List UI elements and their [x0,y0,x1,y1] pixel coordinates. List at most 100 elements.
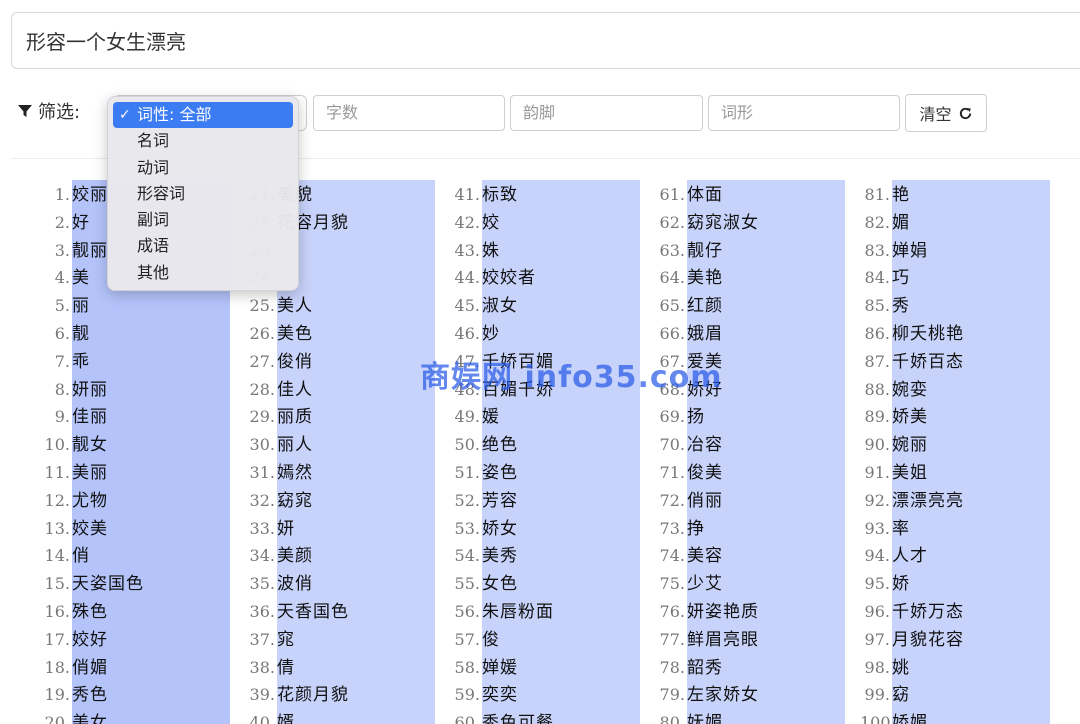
result-item[interactable]: 82. 媚 [860,209,910,237]
result-item[interactable]: 70. 冶容 [655,431,723,459]
result-item[interactable]: 3. 靓丽 [40,237,108,265]
result-item[interactable]: 76. 妍姿艳质 [655,598,759,626]
result-item[interactable]: 80. 妩媚 [655,709,723,724]
pos-option[interactable]: 动词 [113,155,293,181]
result-word[interactable]: 率 [890,515,910,543]
result-word[interactable]: 俊俏 [275,348,313,376]
result-word[interactable]: 姣丽 [70,181,108,209]
result-word[interactable]: 妍 [275,515,295,543]
result-word[interactable]: 靓 [70,320,90,348]
result-word[interactable]: 姣 [480,209,500,237]
result-word[interactable]: 左家娇女 [685,681,759,709]
result-word[interactable]: 红颜 [685,292,723,320]
result-item[interactable]: 42. 姣 [450,209,500,237]
result-item[interactable]: 2. 好 [40,209,90,237]
result-item[interactable]: 41. 标致 [450,181,518,209]
result-item[interactable]: 53. 娇女 [450,515,518,543]
result-item[interactable]: 49. 媛 [450,403,500,431]
result-item[interactable]: 91. 美姐 [860,459,928,487]
result-word[interactable]: 姣姣者 [480,264,536,292]
result-word[interactable]: 美姐 [890,459,928,487]
pos-option[interactable]: 形容词 [113,181,293,207]
result-item[interactable]: 40. 婿 [245,709,295,724]
result-item[interactable]: 35. 波俏 [245,570,313,598]
result-item[interactable]: 25. 美人 [245,292,313,320]
result-word[interactable]: 秀色 [70,681,108,709]
result-word[interactable]: 绝色 [480,431,518,459]
result-item[interactable]: 10. 靓女 [40,431,108,459]
result-word[interactable]: 窈窕淑女 [685,209,759,237]
result-word[interactable]: 倩 [275,654,295,682]
result-item[interactable]: 95. 娇 [860,570,910,598]
result-word[interactable]: 秀色可餐 [480,709,554,724]
result-item[interactable]: 62. 窈窕淑女 [655,209,759,237]
result-word[interactable]: 丽 [70,292,90,320]
result-word[interactable]: 波俏 [275,570,313,598]
result-word[interactable]: 美颜 [275,542,313,570]
result-item[interactable]: 28. 佳人 [245,376,313,404]
result-item[interactable]: 20. 美女 [40,709,108,724]
result-item[interactable]: 1. 姣丽 [40,181,108,209]
pos-option[interactable]: 成语 [113,233,293,259]
result-item[interactable]: 15. 天姿国色 [40,570,144,598]
result-word[interactable]: 天姿国色 [70,570,144,598]
result-word[interactable]: 窈窕 [275,487,313,515]
result-word[interactable]: 婉娈 [890,376,928,404]
result-item[interactable]: 94. 人才 [860,542,928,570]
result-word[interactable]: 芳容 [480,487,518,515]
result-item[interactable]: 83. 婵娟 [860,237,928,265]
result-item[interactable]: 61. 体面 [655,181,723,209]
result-word[interactable]: 姿色 [480,459,518,487]
result-word[interactable]: 俏 [70,542,90,570]
result-word[interactable]: 妍丽 [70,376,108,404]
result-word[interactable]: 娥眉 [685,320,723,348]
result-item[interactable]: 7. 乖 [40,348,90,376]
result-item[interactable]: 55. 女色 [450,570,518,598]
result-word[interactable]: 千娇百态 [890,348,964,376]
result-word[interactable]: 花颜月貌 [275,681,349,709]
result-item[interactable]: 14. 俏 [40,542,90,570]
result-item[interactable]: 18. 俏媚 [40,654,108,682]
result-word[interactable]: 靓女 [70,431,108,459]
result-item[interactable]: 36. 天香国色 [245,598,349,626]
result-item[interactable]: 77. 鲜眉亮眼 [655,626,759,654]
result-word[interactable]: 体面 [685,181,723,209]
result-item[interactable]: 54. 美秀 [450,542,518,570]
clear-button[interactable]: 清空 [905,94,987,132]
result-item[interactable]: 16. 殊色 [40,598,108,626]
result-word[interactable]: 月貌花容 [890,626,964,654]
result-item[interactable]: 93. 率 [860,515,910,543]
result-item[interactable]: 100.娇媚 [860,709,928,724]
result-item[interactable]: 38. 倩 [245,654,295,682]
result-word[interactable]: 美女 [70,709,108,724]
result-word[interactable]: 妍姿艳质 [685,598,759,626]
result-item[interactable]: 56. 朱唇粉面 [450,598,554,626]
result-item[interactable]: 17. 姣好 [40,626,108,654]
result-item[interactable]: 4. 美 [40,264,90,292]
result-item[interactable]: 86. 柳夭桃艳 [860,320,964,348]
char-count-input[interactable]: 字数 [313,95,505,131]
result-word[interactable]: 俏丽 [685,487,723,515]
result-word[interactable]: 婿 [275,709,295,724]
result-item[interactable]: 12. 尤物 [40,487,108,515]
result-item[interactable]: 75. 少艾 [655,570,723,598]
result-word[interactable]: 巧 [890,264,910,292]
result-word[interactable]: 标致 [480,181,518,209]
result-word[interactable]: 姣好 [70,626,108,654]
result-item[interactable]: 97. 月貌花容 [860,626,964,654]
result-item[interactable]: 5. 丽 [40,292,90,320]
result-item[interactable]: 65. 红颜 [655,292,723,320]
result-word[interactable]: 丽人 [275,431,313,459]
pos-option[interactable]: 其他 [113,260,293,286]
result-item[interactable]: 30. 丽人 [245,431,313,459]
form-input[interactable]: 词形 [708,95,900,131]
result-item[interactable]: 11. 美丽 [40,459,108,487]
result-item[interactable]: 37. 窕 [245,626,295,654]
result-word[interactable]: 丽质 [275,403,313,431]
result-item[interactable]: 60. 秀色可餐 [450,709,554,724]
result-item[interactable]: 78. 韶秀 [655,654,723,682]
result-word[interactable]: 好 [70,209,90,237]
result-word[interactable]: 佳人 [275,376,313,404]
result-item[interactable]: 29. 丽质 [245,403,313,431]
result-word[interactable]: 柳夭桃艳 [890,320,964,348]
